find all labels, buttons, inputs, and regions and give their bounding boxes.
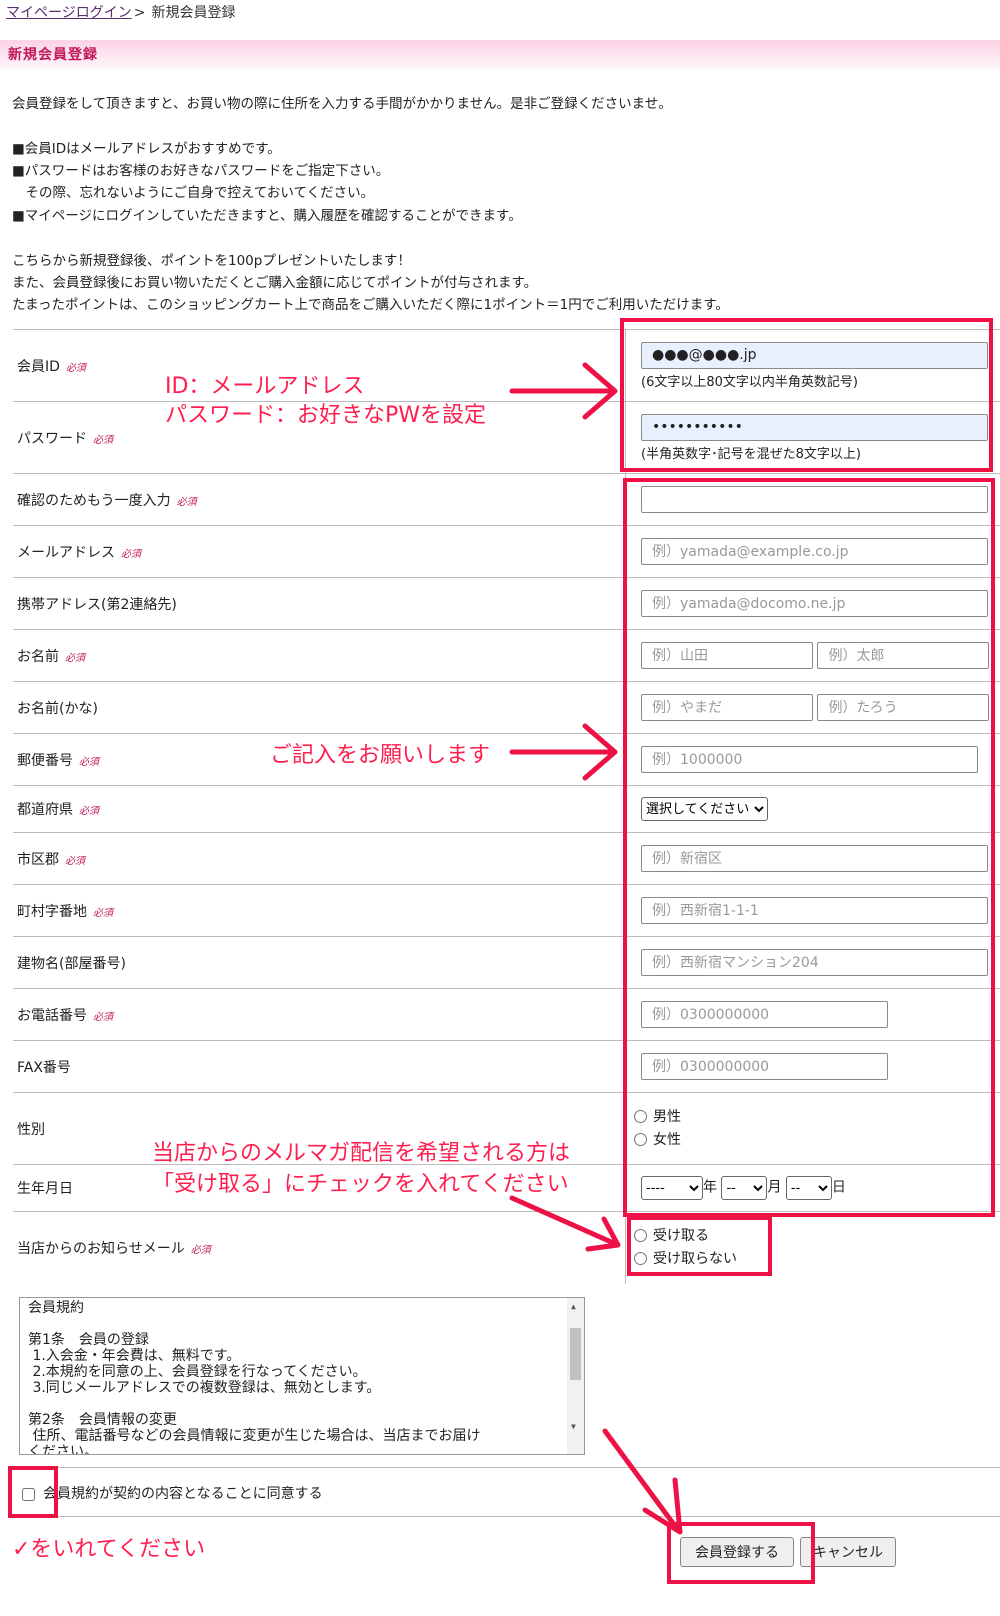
- arrow-right-icon: [509, 362, 618, 420]
- arrow-down-right-icon: [602, 1428, 683, 1535]
- annotation-arrows: [509, 362, 683, 1535]
- arrow-down-right-icon: [509, 1195, 621, 1252]
- arrow-right-icon: [509, 723, 618, 781]
